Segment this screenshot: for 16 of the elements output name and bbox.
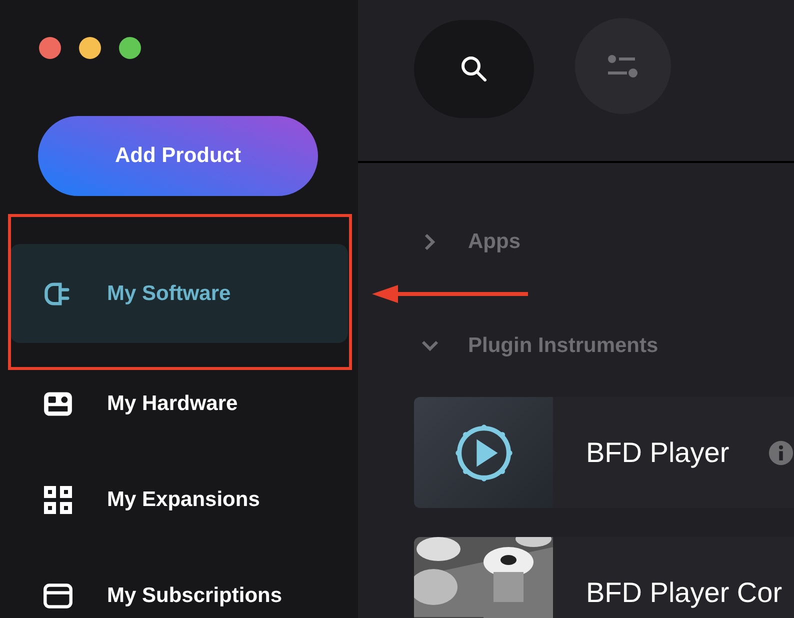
sidebar-item[interactable]: My Expansions (10, 478, 348, 522)
product-name: BFD Player Cor (586, 576, 782, 608)
sidebar-item[interactable]: My Hardware (10, 382, 348, 426)
grid-icon (43, 486, 73, 514)
product-name: BFD Player (586, 436, 730, 468)
product-card[interactable]: BFD Player (414, 397, 794, 508)
add-product-button[interactable]: Add Product (38, 116, 318, 196)
sidebar-item[interactable]: My Software (10, 244, 348, 343)
product-card[interactable]: BFD Player Cor (414, 537, 794, 618)
close-button[interactable] (39, 37, 61, 59)
zoom-button[interactable] (119, 37, 141, 59)
sidebar-item[interactable]: My Subscriptions (10, 574, 348, 618)
hardware-icon (43, 390, 73, 418)
card-icon (43, 582, 73, 610)
minimize-button[interactable] (79, 37, 101, 59)
info-icon[interactable] (768, 440, 794, 466)
